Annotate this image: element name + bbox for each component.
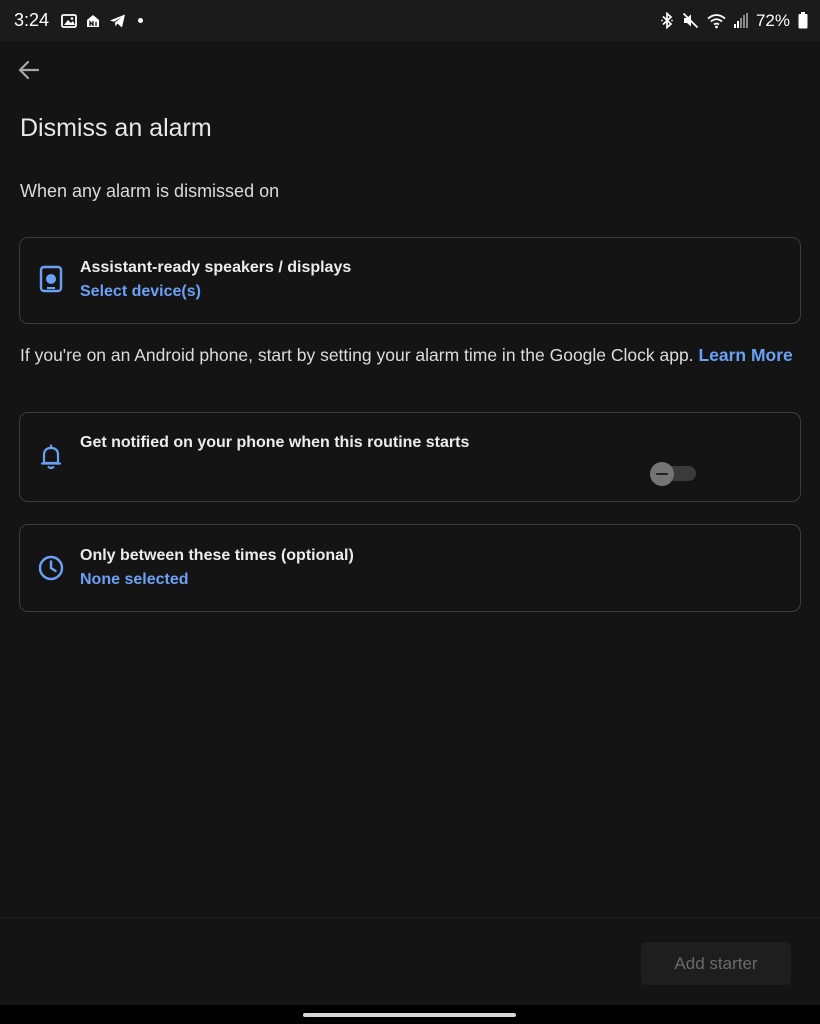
home-handle[interactable] bbox=[303, 1013, 516, 1017]
notify-card: Get notified on your phone when this rou… bbox=[19, 412, 801, 502]
devices-card[interactable]: Assistant-ready speakers / displays Sele… bbox=[19, 237, 801, 324]
notify-toggle[interactable] bbox=[650, 462, 696, 486]
info-text: If you're on an Android phone, start by … bbox=[20, 343, 800, 368]
gallery-icon bbox=[61, 13, 77, 29]
times-value[interactable]: None selected bbox=[80, 571, 188, 589]
nfc-icon bbox=[85, 13, 101, 29]
mute-icon bbox=[682, 12, 699, 29]
status-left: 3:24 bbox=[14, 10, 144, 31]
learn-more-link[interactable]: Learn More bbox=[698, 345, 792, 365]
telegram-icon bbox=[109, 13, 126, 29]
select-devices-link[interactable]: Select device(s) bbox=[80, 283, 201, 301]
battery-icon bbox=[798, 12, 808, 29]
status-time: 3:24 bbox=[14, 10, 50, 30]
notify-card-title: Get notified on your phone when this rou… bbox=[80, 434, 470, 451]
times-card[interactable]: Only between these times (optional) None… bbox=[19, 524, 801, 612]
trigger-label: When any alarm is dismissed on bbox=[20, 181, 280, 201]
clock-icon bbox=[38, 555, 64, 581]
toggle-thumb bbox=[650, 462, 674, 486]
back-button[interactable] bbox=[14, 56, 44, 84]
arrow-back-icon bbox=[18, 60, 40, 80]
signal-icon bbox=[733, 13, 748, 28]
bluetooth-icon bbox=[660, 12, 674, 29]
wifi-icon bbox=[707, 13, 726, 29]
speaker-icon bbox=[38, 265, 64, 293]
notification-dot bbox=[138, 18, 144, 23]
devices-card-title: Assistant-ready speakers / displays bbox=[80, 259, 352, 276]
times-card-title: Only between these times (optional) bbox=[80, 547, 354, 564]
nav-bar bbox=[0, 1005, 820, 1024]
bottom-divider bbox=[0, 917, 820, 918]
bell-icon bbox=[38, 444, 64, 470]
status-right: 72% bbox=[660, 11, 808, 31]
battery-percent: 72% bbox=[755, 10, 790, 30]
page-title: Dismiss an alarm bbox=[20, 114, 212, 142]
add-starter-button[interactable]: Add starter bbox=[641, 942, 791, 985]
status-bar: 3:24 72% bbox=[0, 0, 820, 41]
info-text-body: If you're on an Android phone, start by … bbox=[20, 345, 699, 365]
